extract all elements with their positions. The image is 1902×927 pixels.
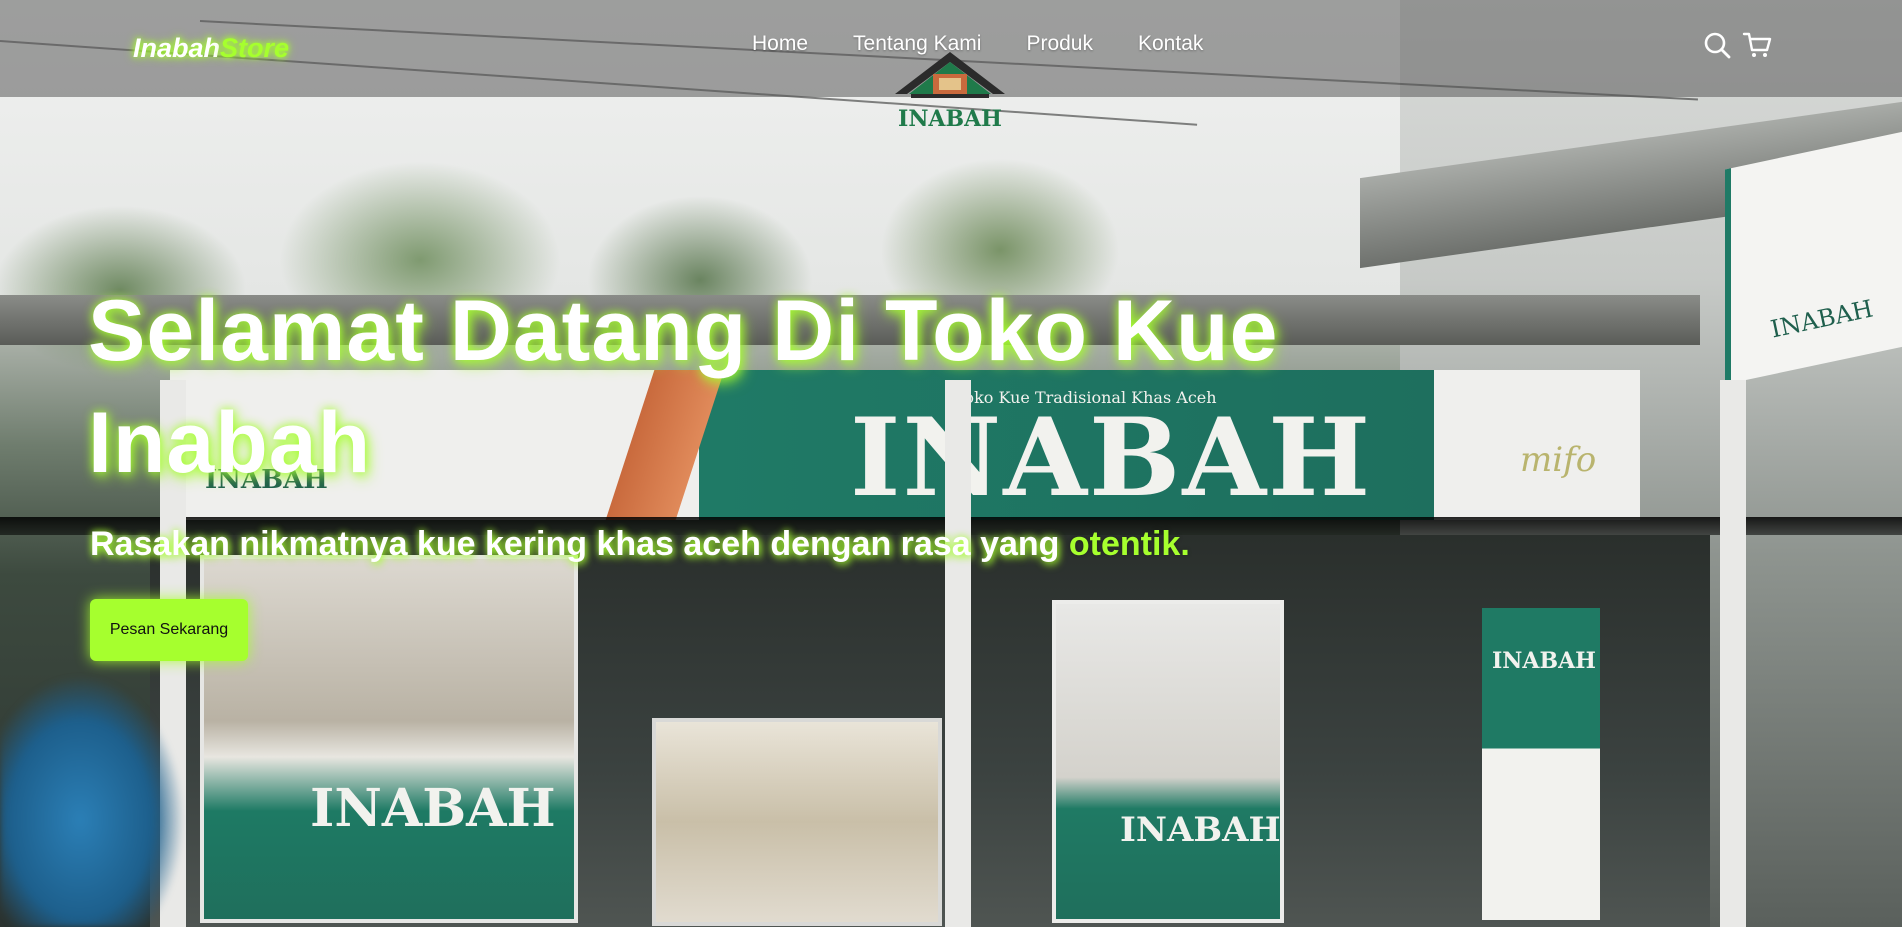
nav-icons xyxy=(1702,30,1772,60)
side-banner xyxy=(1725,130,1902,385)
cart-icon[interactable] xyxy=(1742,30,1772,60)
pillar xyxy=(1720,380,1746,927)
hero-subtitle: Rasakan nikmatnya kue kering khas aceh d… xyxy=(90,525,1190,564)
nav-link-produk[interactable]: Produk xyxy=(1026,32,1093,56)
rollup-banner-text: INABAH xyxy=(1492,648,1596,674)
nav-link-home[interactable]: Home xyxy=(752,32,808,56)
hero-title: Selamat Datang Di Toko Kue Inabah xyxy=(88,283,1279,491)
hero-subtitle-main: Rasakan nikmatnya kue kering khas aceh d… xyxy=(90,525,1069,563)
nav-link-kontak[interactable]: Kontak xyxy=(1138,32,1203,56)
brand-accent: Store xyxy=(220,33,290,63)
search-icon[interactable] xyxy=(1702,30,1732,60)
order-now-button[interactable]: Pesan Sekarang xyxy=(90,599,248,661)
brand-logo-text[interactable]: InabahStore xyxy=(133,33,289,64)
store-sign-partner-logo: mifo xyxy=(1520,440,1597,480)
cabinet-right-text: INABAH xyxy=(1120,810,1281,850)
logo-text: INABAH xyxy=(898,106,1002,132)
hero-subtitle-highlight: otentik. xyxy=(1068,525,1190,563)
cabinet-left-text: INABAH xyxy=(310,778,556,839)
display-cabinet-right xyxy=(1052,600,1284,923)
display-cabinet-center xyxy=(652,718,942,926)
brand-main: Inabah xyxy=(133,33,221,63)
inabah-logo[interactable]: INABAH xyxy=(885,48,1015,134)
